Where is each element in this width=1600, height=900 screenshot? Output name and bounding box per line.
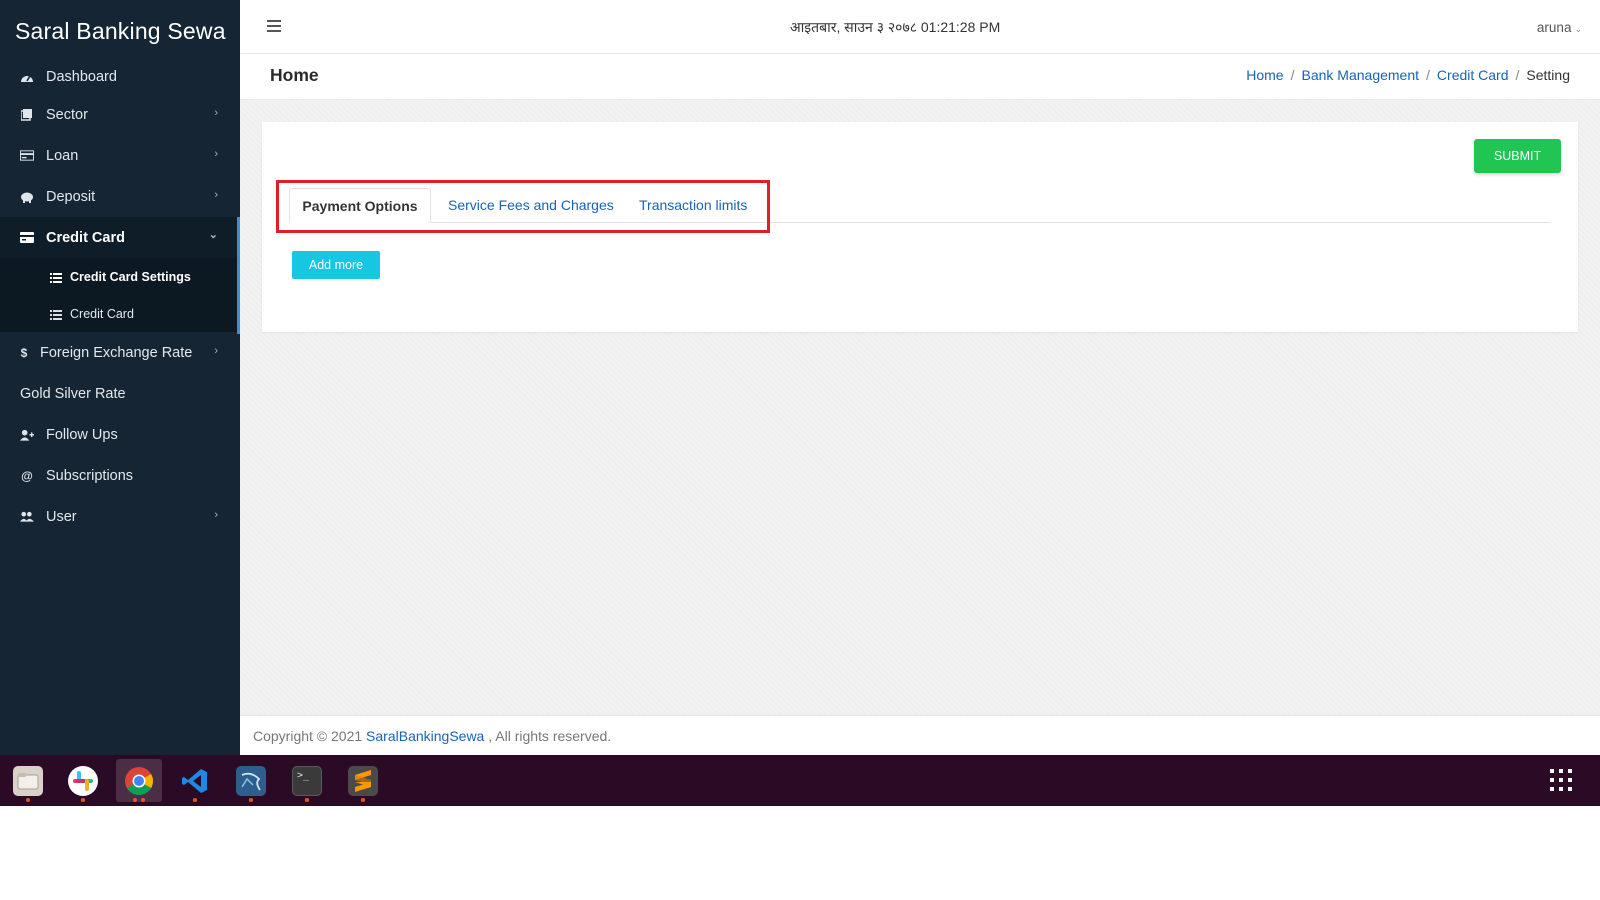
brand-title[interactable]: Saral Banking Sewa [0,0,240,60]
breadcrumb-separator: / [1515,67,1520,83]
breadcrumb-bank-management[interactable]: Bank Management [1302,67,1420,83]
taskbar-app-terminal[interactable]: >_ [284,759,330,802]
breadcrumb: Home / Bank Management / Credit Card / S… [1246,67,1570,83]
sidebar-item-label: Loan [46,147,79,164]
sidebar-item-dashboard[interactable]: Dashboard [0,60,240,94]
breadcrumb-home[interactable]: Home [1246,67,1283,83]
sidebar-item-label: Subscriptions [46,467,134,484]
sidebar-item-label: Sector [46,106,88,123]
running-indicator [305,798,309,802]
sidebar-subitem-credit-card-settings[interactable]: Credit Card Settings [0,258,240,295]
sidebar-item-label: User [46,508,77,525]
chrome-icon [124,766,154,796]
terminal-icon: >_ [292,765,322,796]
users-icon [20,510,34,524]
breadcrumb-credit-card[interactable]: Credit Card [1437,67,1509,83]
sidebar-item-label: Dashboard [46,69,117,85]
running-indicator [141,798,145,802]
running-indicator [26,798,30,802]
sidebar-subitem-label: Credit Card Settings [70,269,191,284]
user-name: aruna [1536,20,1572,35]
page-title: Home [270,65,319,85]
files-icon [13,765,43,796]
sidebar-item-sector[interactable]: Sector › [0,94,240,135]
copyright-prefix: Copyright © 2021 [253,728,363,744]
breadcrumb-separator: / [1290,67,1295,83]
piggy-bank-icon [20,190,34,204]
dashboard-icon [20,70,34,84]
app-root: Saral Banking Sewa Dashboard Sector › Lo… [0,0,1600,806]
running-indicator [361,798,365,802]
chevron-right-icon: › [214,345,218,357]
copyright-text: Copyright © 2021 SaralBankingSewa , All … [253,728,611,744]
list-icon [50,272,62,283]
chevron-right-icon: › [214,148,218,160]
sidebar-item-foreign-exchange-rate[interactable]: $ Foreign Exchange Rate › [0,332,240,373]
footer-link[interactable]: SaralBankingSewa [366,728,484,744]
sidebar-item-follow-ups[interactable]: Follow Ups [0,414,240,455]
taskbar-app-sublime-text[interactable] [340,759,386,802]
taskbar-app-chrome[interactable] [116,759,162,802]
sublime-text-icon [348,765,378,796]
chevron-right-icon: › [214,107,218,119]
sidebar-item-label: Credit Card [46,229,125,246]
running-indicator [81,798,85,802]
copyright-suffix: , All rights reserved. [488,728,612,744]
taskbar: >_ [0,755,1600,806]
sidebar-item-label: Deposit [46,188,96,205]
breadcrumb-separator: / [1426,67,1430,83]
user-plus-icon [20,428,34,442]
taskbar-app-files[interactable] [5,759,51,802]
sidebar-item-subscriptions[interactable]: @ Subscriptions [0,455,240,496]
footer: Copyright © 2021 SaralBankingSewa , All … [240,715,1600,755]
user-menu[interactable]: aruna ⌄ [1537,20,1582,35]
vscode-icon [180,766,210,796]
show-applications-icon[interactable] [1550,769,1572,791]
sidebar-item-label: Gold Silver Rate [20,385,126,402]
tabs-highlight-box [276,180,770,233]
running-indicator [133,798,137,802]
slack-icon [68,765,98,796]
sidebar-item-label: Follow Ups [46,426,118,443]
sidebar-item-loan[interactable]: Loan › [0,135,240,176]
main-content: SUBMIT Payment Options Service Fees and … [240,100,1600,715]
chevron-down-icon: ⌄ [1574,24,1582,34]
settings-card: SUBMIT Payment Options Service Fees and … [262,122,1578,332]
running-indicator [193,798,197,802]
chevron-right-icon: › [214,509,218,521]
sidebar-item-deposit[interactable]: Deposit › [0,176,240,217]
taskbar-app-slack[interactable] [60,759,106,802]
chevron-down-icon: ⌄ [208,229,218,241]
running-indicator [249,798,253,802]
add-more-button[interactable]: Add more [292,251,380,279]
taskbar-app-mysql-workbench[interactable] [228,759,274,802]
submit-button[interactable]: SUBMIT [1474,139,1561,173]
mysql-workbench-icon [236,765,266,796]
chevron-right-icon: › [214,189,218,201]
credit-card-icon [20,231,34,245]
dollar-icon: $ [20,345,28,360]
topbar: आइतबार, साउन ३ २०७८ 01:21:28 PM aruna ⌄ [240,4,1600,54]
book-icon [20,108,34,122]
list-icon [50,309,62,320]
page-header: Home Home / Bank Management / Credit Car… [240,55,1600,100]
sidebar: Saral Banking Sewa Dashboard Sector › Lo… [0,0,240,755]
money-icon [20,149,34,163]
breadcrumb-current: Setting [1526,67,1570,83]
sidebar-subitem-credit-card[interactable]: Credit Card [0,295,240,332]
sidebar-item-user[interactable]: User › [0,496,240,537]
sidebar-item-label: Foreign Exchange Rate [40,344,193,361]
hamburger-menu-icon[interactable] [267,20,281,32]
sidebar-item-credit-card[interactable]: Credit Card ⌄ [0,217,240,334]
sidebar-item-gold-silver-rate[interactable]: Gold Silver Rate [0,373,240,414]
nepali-datetime: आइतबार, साउन ३ २०७८ 01:21:28 PM [790,19,1001,35]
sidebar-subitem-label: Credit Card [70,306,134,321]
at-icon: @ [21,468,33,483]
taskbar-app-vscode[interactable] [172,759,218,802]
